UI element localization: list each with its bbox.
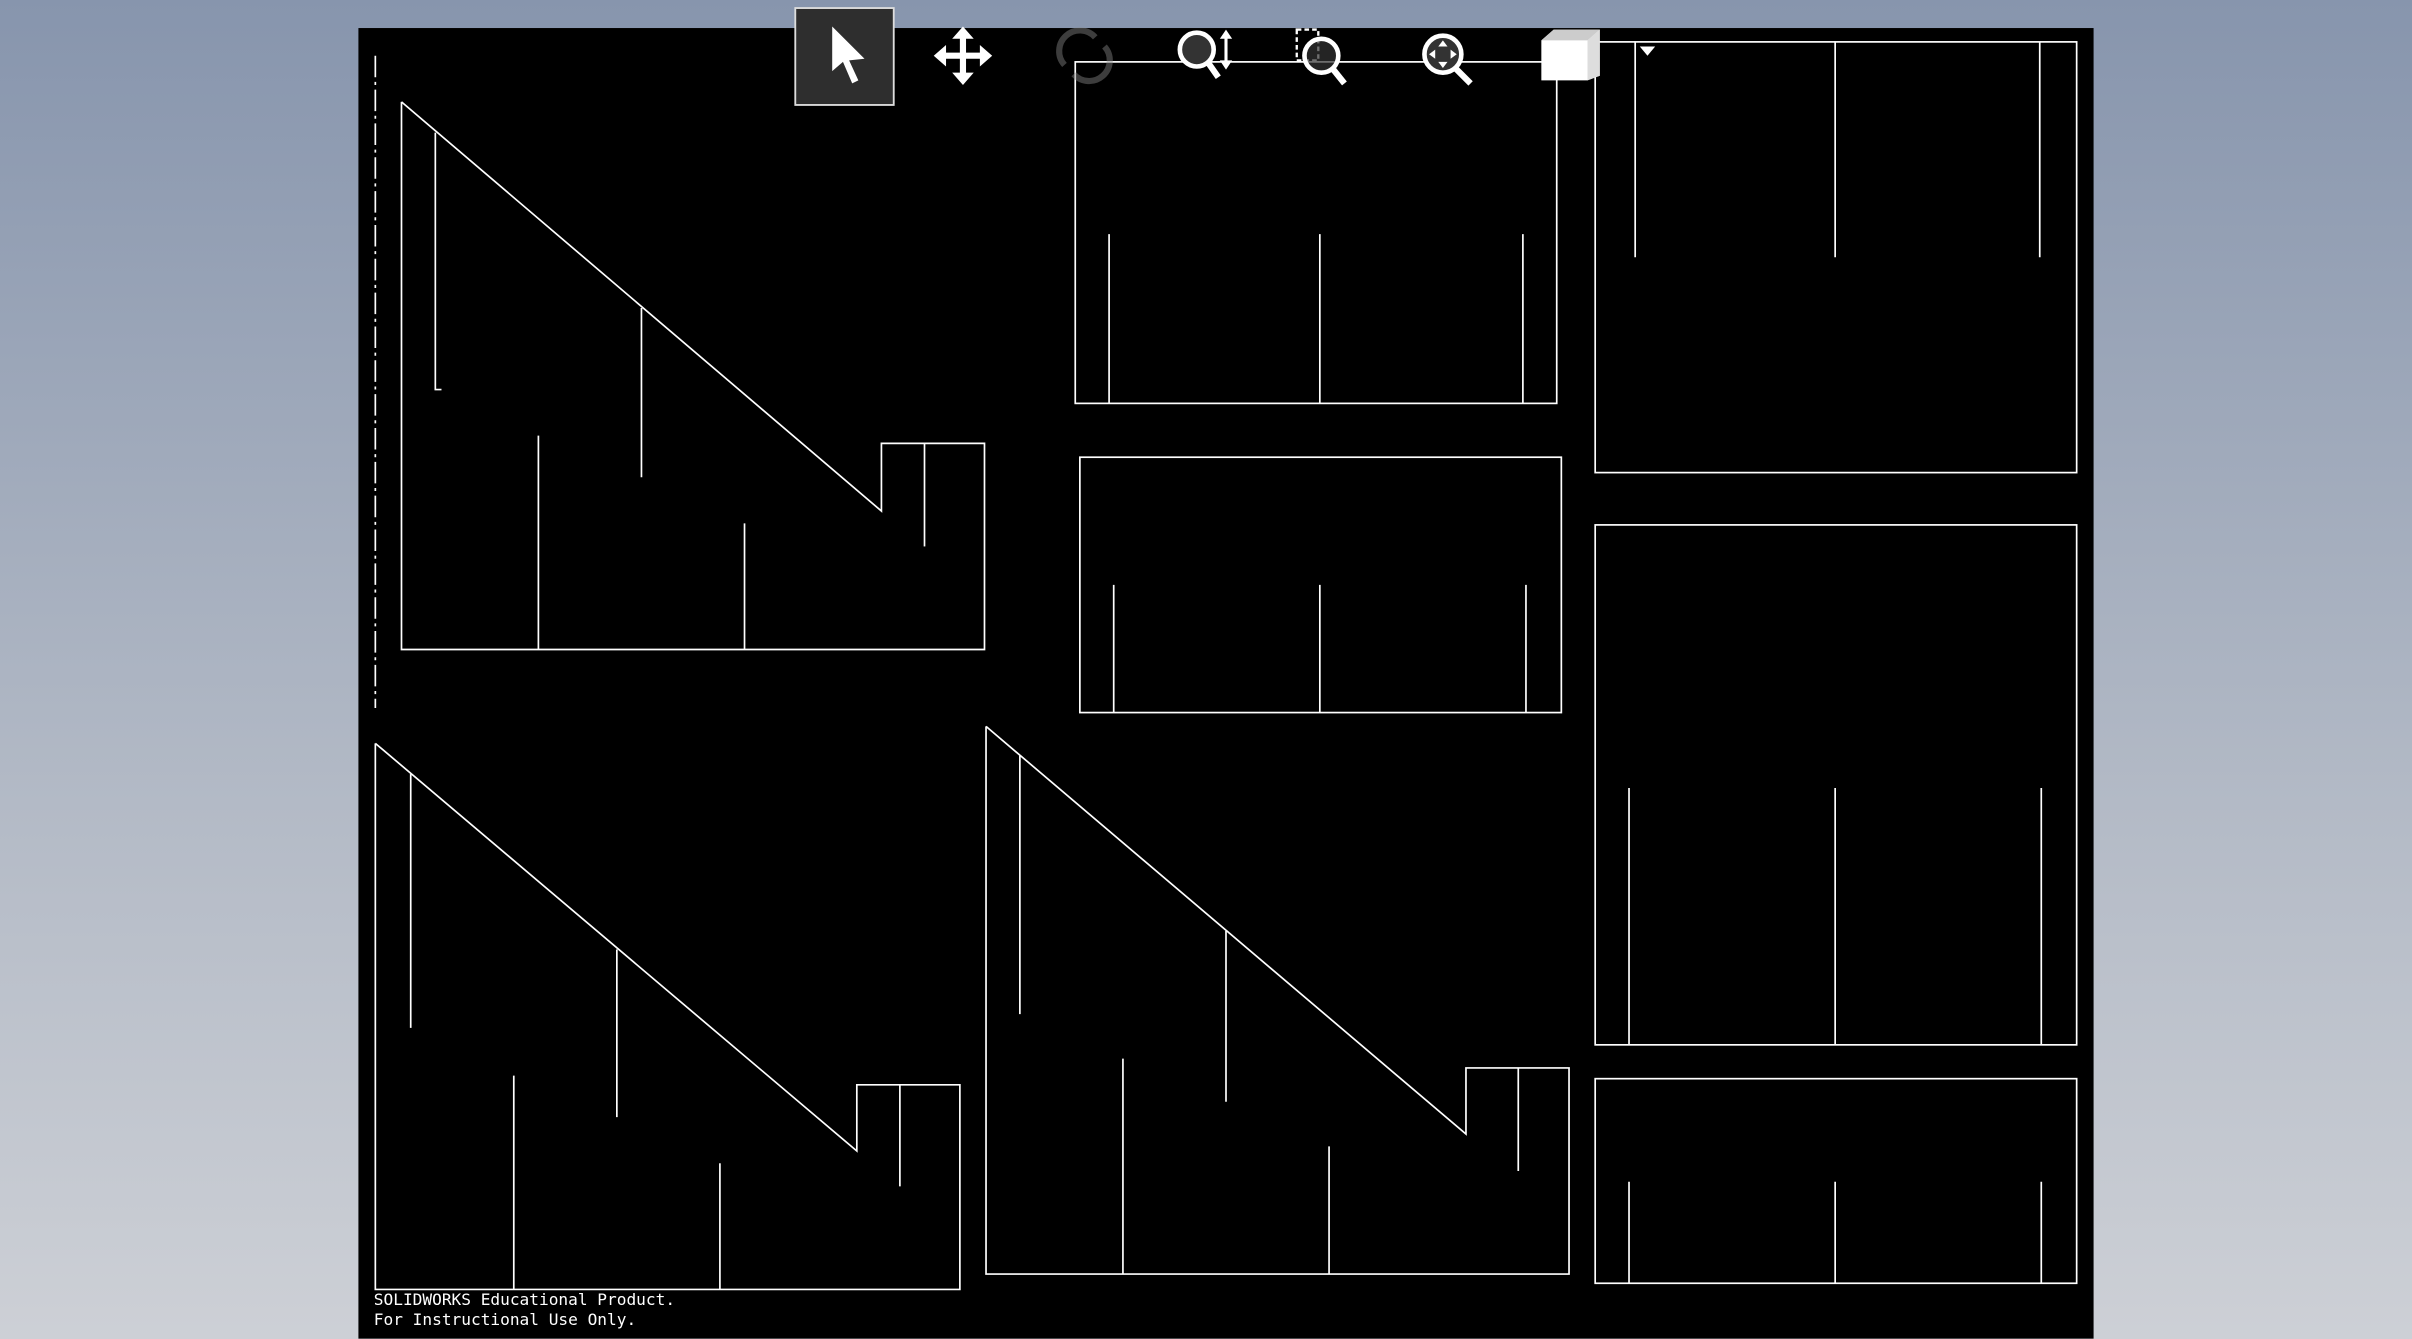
view-orientation-icon <box>1541 29 1600 81</box>
select-button[interactable] <box>794 7 895 106</box>
drawing-sheet[interactable] <box>358 28 2094 1339</box>
view-orientation-button[interactable] <box>1541 29 1600 81</box>
watermark-line-2: For Instructional Use Only. <box>374 1310 636 1329</box>
watermark-line-1: SOLIDWORKS Educational Product. <box>374 1290 675 1309</box>
drawing-viewport[interactable]: SOLIDWORKS Educational Product. For Inst… <box>0 0 2412 1339</box>
